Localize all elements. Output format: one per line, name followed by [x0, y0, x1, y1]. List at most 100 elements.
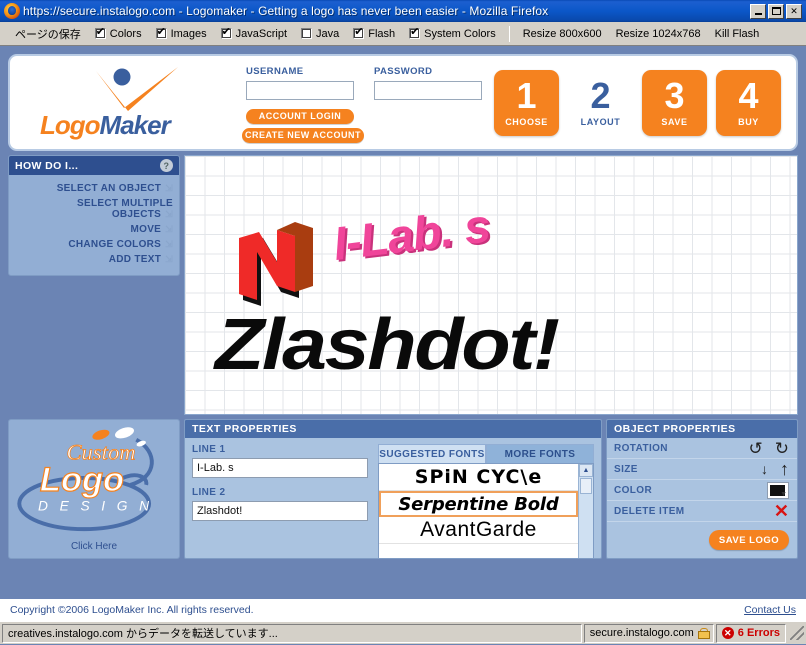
line2-input[interactable] — [192, 501, 368, 521]
font-option-selected[interactable]: Serpentine Bold — [379, 491, 578, 517]
security-site-indicator[interactable]: secure.instalogo.com — [583, 623, 714, 643]
font-list-scrollbar[interactable]: ▲ ▼ — [578, 464, 593, 559]
toggle-images[interactable]: Images — [149, 24, 214, 44]
step-number: 1 — [516, 74, 537, 116]
scrollbar-track[interactable] — [579, 494, 593, 558]
save-page-button[interactable]: ページの保存 — [4, 24, 88, 44]
toggle-java[interactable]: Java — [294, 24, 346, 44]
error-count-indicator[interactable]: ✕ 6 Errors — [715, 623, 786, 643]
close-button[interactable]: ✕ — [786, 3, 802, 19]
step-buy[interactable]: 4 BUY — [716, 69, 781, 136]
delete-x-icon[interactable]: ✕ — [774, 502, 789, 520]
minimize-button[interactable] — [750, 3, 766, 19]
tab-suggested-fonts[interactable]: SUGGESTED FONTS — [378, 444, 486, 463]
font-list[interactable]: SPiN CYC\e Serpentine Bold AvantGarde — [379, 464, 578, 558]
line2-label: LINE 2 — [192, 487, 226, 498]
checkmark-logo-icon — [96, 66, 178, 111]
font-picker: SUGGESTED FONTS MORE FONTS SPiN CYC\e Se… — [378, 444, 594, 559]
logomaker-app: LogoMaker USERNAME ACCOUNT LOGIN CREATE … — [8, 54, 798, 589]
create-account-button[interactable]: CREATE NEW ACCOUNT — [241, 127, 364, 143]
app-header: LogoMaker USERNAME ACCOUNT LOGIN CREATE … — [8, 54, 798, 151]
firefox-icon — [4, 3, 20, 19]
checkbox-icon[interactable] — [155, 26, 167, 39]
toggle-colors[interactable]: Colors — [88, 24, 149, 44]
howdoi-item-select-object[interactable]: SELECT AN OBJECT ⇲ — [9, 181, 179, 196]
step-number: 3 — [664, 74, 685, 116]
step-layout[interactable]: 2 LAYOUT — [568, 70, 633, 136]
step-caption: CHOOSE — [505, 116, 548, 127]
howdoi-item-select-multiple[interactable]: SELECT MULTIPLE OBJECTS ⇲ — [9, 196, 179, 222]
scroll-down-icon[interactable]: ▼ — [579, 558, 593, 559]
tab-more-fonts[interactable]: MORE FONTS — [486, 444, 594, 463]
step-choose[interactable]: 1 CHOOSE — [494, 69, 559, 136]
chevron-icon: ⇲ — [165, 254, 173, 264]
chevron-icon: ⇲ — [165, 239, 173, 249]
password-input[interactable] — [373, 80, 482, 100]
checkbox-icon[interactable] — [94, 26, 106, 39]
save-logo-button[interactable]: SAVE LOGO — [709, 530, 789, 550]
account-login-button[interactable]: ACCOUNT LOGIN — [245, 108, 354, 124]
scroll-up-icon[interactable]: ▲ — [579, 464, 593, 477]
howdoi-item-change-colors[interactable]: CHANGE COLORS ⇲ — [9, 237, 179, 252]
toggle-flash[interactable]: Flash — [346, 24, 402, 44]
kill-flash-button[interactable]: Kill Flash — [708, 24, 767, 44]
step-number: 4 — [738, 74, 759, 116]
browser-titlebar: https://secure.instalogo.com - Logomaker… — [0, 0, 806, 22]
canvas-line2-text[interactable]: Zlashdot! — [215, 304, 560, 386]
toggle-javascript-label: JavaScript — [235, 27, 288, 40]
checkbox-icon[interactable] — [353, 26, 365, 39]
username-input[interactable] — [245, 80, 354, 100]
rotate-left-icon[interactable]: ↺ — [749, 440, 763, 457]
text-properties-title: TEXT PROPERTIES — [185, 420, 601, 438]
window-title: https://secure.instalogo.com - Logomaker… — [23, 4, 549, 18]
arrow-up-icon[interactable]: ↑ — [780, 460, 789, 478]
toggle-javascript[interactable]: JavaScript — [214, 24, 294, 44]
left-column: HOW DO I... ? SELECT AN OBJECT ⇲ SELECT M… — [8, 155, 180, 415]
svg-text:D E S I G N: D E S I G N — [38, 498, 153, 513]
password-label: PASSWORD — [373, 66, 433, 78]
help-icon[interactable]: ? — [160, 159, 173, 172]
arrow-down-icon[interactable]: ↓ — [761, 462, 768, 476]
step-caption: BUY — [738, 116, 759, 127]
logo-canvas[interactable]: I-Lab. s Zlashdot! — [184, 155, 798, 415]
font-option[interactable] — [379, 544, 578, 558]
copyright-text: Copyright ©2006 LogoMaker Inc. All right… — [10, 604, 254, 616]
main-area: HOW DO I... ? SELECT AN OBJECT ⇲ SELECT M… — [8, 155, 798, 415]
scrollbar-thumb[interactable] — [580, 478, 592, 494]
checkbox-icon[interactable] — [220, 26, 232, 39]
maximize-button[interactable] — [768, 3, 784, 19]
howdoi-item-add-text[interactable]: ADD TEXT ⇲ — [9, 252, 179, 267]
chevron-down-icon[interactable]: ▼ — [780, 491, 787, 498]
username-group: USERNAME ACCOUNT LOGIN CREATE NEW ACCOUN… — [241, 66, 364, 143]
resize-1024x768-button[interactable]: Resize 1024x768 — [609, 24, 708, 44]
web-developer-toolbar: ページの保存 Colors Images JavaScript Java Fla… — [0, 22, 806, 46]
howdoi-item-move[interactable]: MOVE ⇲ — [9, 222, 179, 237]
text-lines-group: LINE 1 LINE 2 — [192, 444, 370, 558]
error-icon: ✕ — [721, 627, 734, 639]
checkbox-icon[interactable] — [409, 26, 421, 39]
howdoi-label: SELECT AN OBJECT — [56, 183, 162, 194]
font-option[interactable]: SPiN CYC\e — [379, 464, 578, 491]
checkbox-icon[interactable] — [301, 28, 313, 39]
contact-us-link[interactable]: Contact Us — [744, 604, 796, 616]
object-properties-panel: OBJECT PROPERTIES ROTATION ↺ ↻ SIZE ↓ ↑ — [606, 419, 798, 559]
howdoi-label: ADD TEXT — [108, 254, 162, 265]
rotate-right-icon[interactable]: ↻ — [775, 440, 789, 457]
toggle-system-colors[interactable]: System Colors — [402, 24, 503, 44]
custom-logo-design-promo[interactable]: Custom Logo D E S I G N Click Here — [8, 419, 180, 559]
resize-800x600-button[interactable]: Resize 800x600 — [516, 24, 609, 44]
font-option[interactable]: AvantGarde — [379, 517, 578, 544]
brand-wordmark: LogoMaker — [40, 109, 171, 140]
rotation-label: ROTATION — [614, 442, 668, 454]
how-do-i-title: HOW DO I... — [15, 159, 79, 172]
password-group: PASSWORD — [373, 66, 482, 143]
line1-input[interactable] — [192, 458, 368, 478]
text-properties-panel: TEXT PROPERTIES LINE 1 LINE 2 SUGGESTED … — [184, 419, 602, 559]
canvas-line1-text[interactable]: I-Lab. s — [330, 197, 492, 271]
color-swatch-icon[interactable]: ▼ — [767, 481, 789, 499]
promo-click-here-link[interactable]: Click Here — [9, 541, 179, 552]
step-save[interactable]: 3 SAVE — [642, 69, 707, 136]
logo-mark-icon[interactable] — [237, 218, 333, 308]
brand-logo[interactable]: LogoMaker — [22, 57, 246, 149]
resize-grip-icon[interactable] — [790, 626, 804, 640]
